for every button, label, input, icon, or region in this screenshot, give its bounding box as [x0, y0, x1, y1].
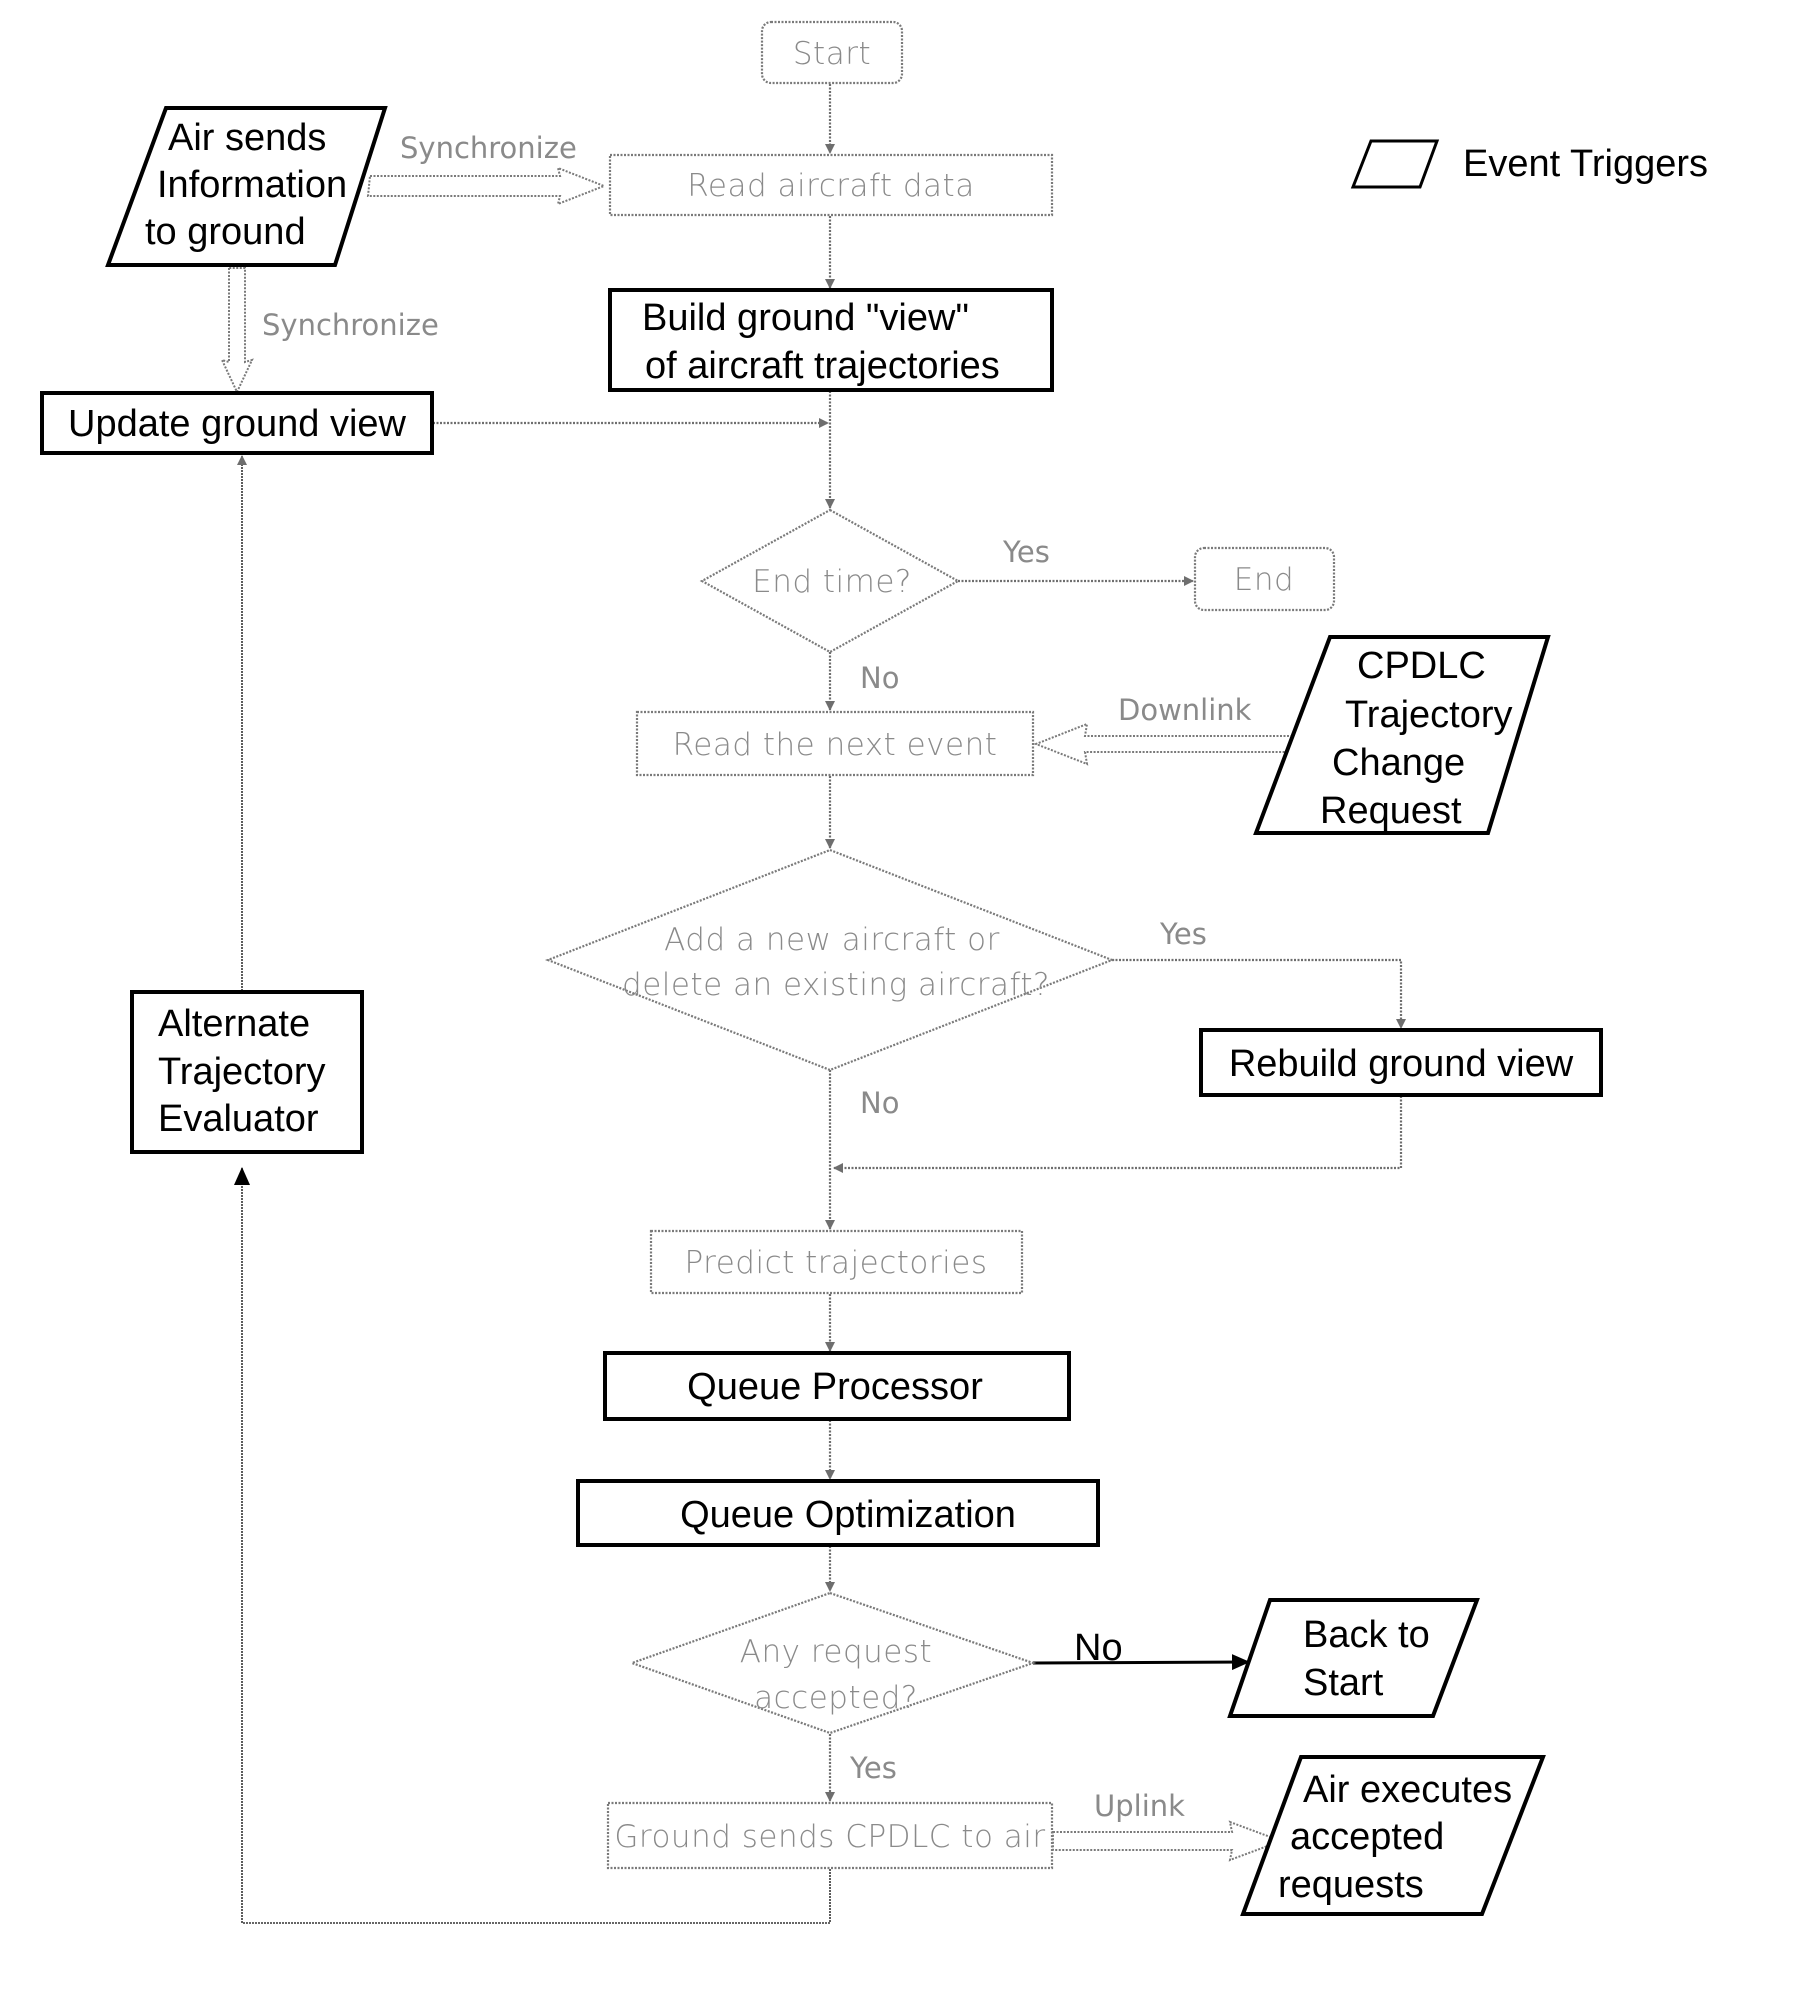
node-update-ground-view[interactable]: Update ground view [40, 391, 434, 455]
node-air-executes[interactable]: Air executes accepted requests [1240, 1755, 1546, 1916]
node-end[interactable]: End [1193, 546, 1336, 612]
node-build-ground-view[interactable]: Build ground "view" of aircraft trajecto… [608, 288, 1054, 392]
node-air-executes-line1: Air executes [1303, 1769, 1512, 1811]
node-any-request-line1: Any request [740, 1634, 932, 1670]
node-predict-trajectories[interactable]: Predict trajectories [649, 1229, 1024, 1295]
node-read-aircraft-data-label: Read aircraft data [687, 168, 974, 204]
node-read-aircraft-data[interactable]: Read aircraft data [608, 153, 1054, 217]
edge-anyrequest-no-to-backtostart [1032, 1654, 1250, 1671]
legend-label: Event Triggers [1463, 143, 1708, 185]
node-end-time-label: End time? [752, 564, 912, 600]
node-air-sends-line2: Information [157, 164, 347, 206]
node-cpdlc-request[interactable]: CPDLC Trajectory Change Request [1253, 635, 1551, 835]
node-ground-sends-label: Ground sends CPDLC to air [614, 1819, 1045, 1855]
node-air-sends-line3: to ground [145, 211, 306, 253]
node-build-ground-view-line1: Build ground "view" [642, 297, 969, 339]
node-queue-processor[interactable]: Queue Processor [603, 1351, 1071, 1421]
label-any-no: No [1074, 1627, 1123, 1669]
label-end-yes: Yes [1002, 535, 1050, 569]
node-alternate-line3: Evaluator [158, 1098, 319, 1140]
node-update-ground-view-label: Update ground view [68, 403, 407, 445]
node-add-delete-decision[interactable]: Add a new aircraft or delete an existing… [544, 848, 1116, 1072]
node-read-next-event-label: Read the next event [673, 727, 998, 763]
node-cpdlc-line2: Trajectory [1345, 694, 1513, 736]
node-back-to-start-line2: Start [1303, 1662, 1384, 1704]
node-rebuild-ground-view-label: Rebuild ground view [1229, 1043, 1574, 1085]
node-start-label: Start [793, 36, 871, 72]
uplink-arrow [1052, 1820, 1284, 1862]
node-queue-optimization[interactable]: Queue Optimization [576, 1479, 1100, 1547]
node-air-executes-line3: requests [1278, 1864, 1424, 1906]
parallelogram-icon [1350, 139, 1440, 189]
node-end-time-decision[interactable]: End time? [699, 508, 961, 654]
downlink-arrow [1033, 722, 1298, 766]
flowchart: Start Read aircraft data Build ground "v… [40, 20, 1708, 1924]
legend: Event Triggers [1350, 139, 1708, 189]
sync-arrow-down [220, 267, 254, 395]
node-start[interactable]: Start [760, 20, 904, 85]
node-air-sends-information[interactable]: Air sends Information to ground [105, 106, 388, 267]
node-alternate-line2: Trajectory [158, 1051, 326, 1093]
node-end-label: End [1234, 562, 1294, 598]
label-downlink: Downlink [1118, 693, 1252, 727]
node-back-to-start-line1: Back to [1303, 1614, 1430, 1656]
node-alternate-line1: Alternate [158, 1003, 310, 1045]
label-any-yes: Yes [849, 1751, 897, 1785]
node-cpdlc-line3: Change [1332, 742, 1465, 784]
node-add-delete-line2: delete an existing aircraft? [622, 967, 1050, 1003]
node-cpdlc-line4: Request [1320, 790, 1462, 832]
node-air-executes-line2: accepted [1290, 1816, 1444, 1858]
node-queue-optimization-label: Queue Optimization [680, 1494, 1016, 1536]
node-back-to-start[interactable]: Back to Start [1227, 1598, 1480, 1718]
node-read-next-event[interactable]: Read the next event [635, 710, 1035, 777]
node-cpdlc-line1: CPDLC [1357, 645, 1486, 687]
edge-rebuild-to-main [833, 1096, 1403, 1173]
node-predict-trajectories-label: Predict trajectories [685, 1245, 988, 1281]
node-air-sends-line1: Air sends [168, 117, 326, 159]
node-any-request-decision[interactable]: Any request accepted? [628, 1591, 1037, 1735]
node-add-delete-line1: Add a new aircraft or [664, 922, 1000, 958]
node-rebuild-ground-view[interactable]: Rebuild ground view [1199, 1028, 1603, 1097]
label-synchronize-down: Synchronize [262, 308, 439, 342]
label-add-no: No [860, 1086, 899, 1120]
label-uplink: Uplink [1094, 1789, 1185, 1823]
node-alternate-trajectory-evaluator[interactable]: Alternate Trajectory Evaluator [130, 990, 364, 1154]
node-build-ground-view-line2: of aircraft trajectories [645, 345, 1000, 387]
label-synchronize-right: Synchronize [400, 131, 577, 165]
label-add-yes: Yes [1159, 917, 1207, 951]
edge-adddelete-yes-to-rebuild [1112, 958, 1406, 1029]
node-queue-processor-label: Queue Processor [687, 1366, 983, 1408]
node-any-request-line2: accepted? [754, 1680, 918, 1716]
label-end-no: No [860, 661, 899, 695]
node-ground-sends-cpdlc[interactable]: Ground sends CPDLC to air [606, 1801, 1054, 1870]
sync-arrow-right [366, 166, 607, 206]
